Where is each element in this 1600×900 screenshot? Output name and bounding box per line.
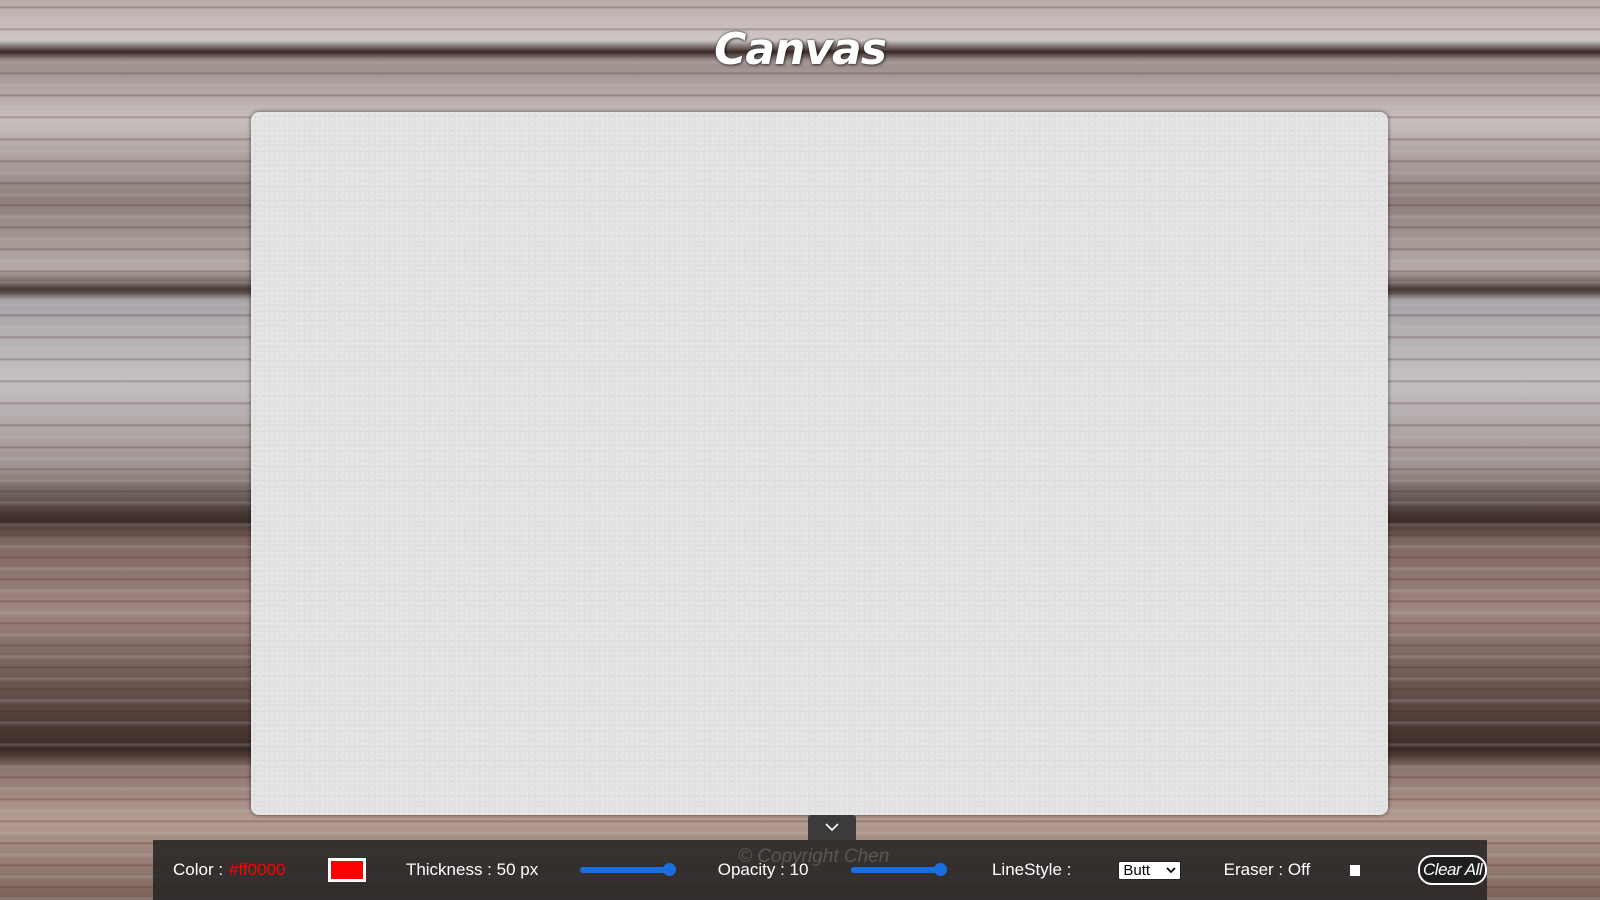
opacity-slider-thumb[interactable] xyxy=(934,863,948,876)
color-label: Color : xyxy=(173,860,224,879)
linestyle-select-value: Butt xyxy=(1123,861,1151,879)
color-value: #ff0000 xyxy=(229,860,286,879)
eraser-toggle[interactable] xyxy=(1350,864,1361,876)
color-swatch[interactable] xyxy=(327,858,366,882)
linestyle-select[interactable]: Butt xyxy=(1118,860,1181,880)
thickness-slider-thumb[interactable] xyxy=(663,863,677,876)
thickness-label: Thickness : 50 px xyxy=(405,860,539,879)
toolbar-toggle-button[interactable] xyxy=(808,815,856,840)
clear-all-button[interactable]: Clear All xyxy=(1418,855,1488,885)
app-title: Canvas xyxy=(714,24,887,75)
chevron-down-icon xyxy=(825,823,839,832)
thickness-slider[interactable] xyxy=(580,863,677,876)
copyright-watermark: © Copyright Chen xyxy=(738,846,890,867)
linestyle-label: LineStyle : xyxy=(991,860,1072,879)
eraser-label: Eraser : Off xyxy=(1223,860,1311,879)
chevron-down-icon xyxy=(1165,866,1176,873)
drawing-canvas[interactable] xyxy=(251,112,1388,815)
